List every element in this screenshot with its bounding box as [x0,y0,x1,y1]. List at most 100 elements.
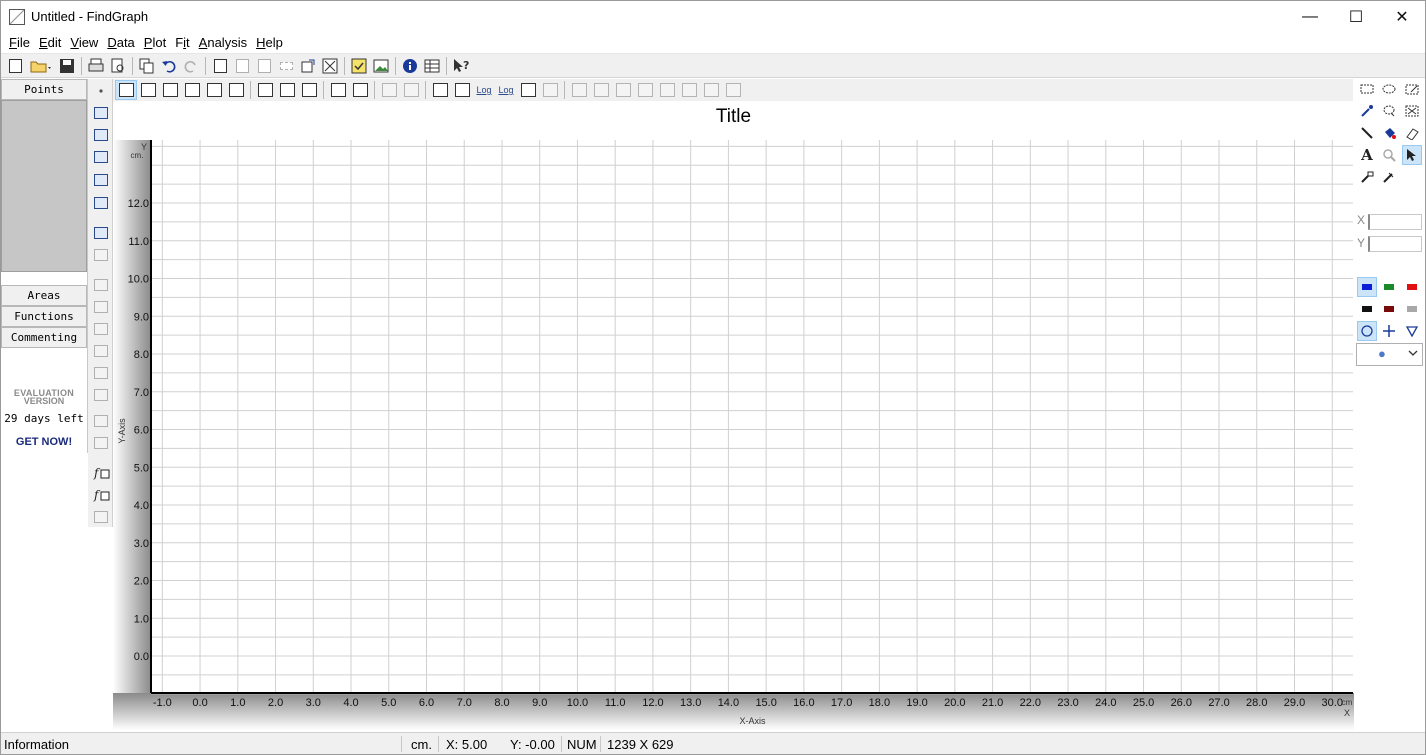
menu-view[interactable]: View [66,35,102,50]
x-axis-label[interactable]: X-Axis [739,716,766,726]
menu-analysis[interactable]: Analysis [195,35,251,50]
bar-a-icon[interactable] [612,80,634,100]
line-tool-icon[interactable] [1357,123,1377,143]
lasso-draw-icon[interactable] [1379,101,1399,121]
page-duplicate-icon[interactable] [253,56,275,76]
bar-c-icon[interactable] [656,80,678,100]
x-coord-field[interactable] [1368,214,1422,230]
scatter-fit-icon[interactable] [93,299,109,315]
axis-config-icon[interactable] [327,80,349,100]
empty-style-icon[interactable] [159,80,181,100]
bar-f-icon[interactable] [722,80,744,100]
redo-icon[interactable] [180,56,202,76]
menu-fit[interactable]: Fit [171,35,193,50]
page-copy-icon[interactable] [231,56,253,76]
y-axis-label[interactable]: Y-Axis [117,418,127,444]
eraser-icon[interactable] [1402,123,1422,143]
curve-chart-icon[interactable] [298,80,320,100]
pointer-tool-icon[interactable] [1402,145,1422,165]
cross-marker-icon[interactable] [1379,321,1399,341]
function-fit-icon[interactable] [93,321,109,337]
table-icon[interactable] [421,56,443,76]
add-area-icon[interactable] [93,172,109,188]
color-green[interactable] [1379,277,1399,297]
bar-e-icon[interactable] [700,80,722,100]
color-gray[interactable] [1402,299,1422,319]
plot-area[interactable]: Title -1.0 0.0 1.0 2.0 3.0 4.0 5.0 6.0 7.0 8.0 9.0 1… [113,101,1354,730]
areas-tab[interactable]: Areas [1,285,87,306]
checklist-icon[interactable] [348,56,370,76]
functions-tab[interactable]: Functions [1,306,87,327]
y-coord-field[interactable] [1368,236,1422,252]
function-table-icon[interactable]: f [93,487,110,503]
minimize-button[interactable]: — [1287,1,1333,32]
edit-select-icon[interactable] [1402,79,1422,99]
import-data-icon[interactable] [93,195,109,211]
bar-b-icon[interactable] [634,80,656,100]
open-folder-icon[interactable] [26,56,56,76]
chart-svg[interactable]: Title -1.0 0.0 1.0 2.0 3.0 4.0 5.0 6.0 7.0 8.0 9.0 1… [113,101,1354,730]
line-chart-icon[interactable] [254,80,276,100]
points-list[interactable] [1,100,87,272]
add-point-icon[interactable] [93,105,109,121]
text-tool-icon[interactable]: A [1357,145,1377,165]
pie-left-icon[interactable] [568,80,590,100]
delete-select-icon[interactable] [1402,101,1422,121]
commenting-tab[interactable]: Commenting [1,327,87,348]
function-x-icon[interactable]: f [93,465,110,481]
image-icon[interactable] [370,56,392,76]
color-blue[interactable] [1357,277,1377,297]
export-data-icon[interactable] [93,225,109,241]
pie-right-icon[interactable] [590,80,612,100]
add-table-icon[interactable] [93,149,109,165]
color-red[interactable] [1402,277,1422,297]
fill-style-icon[interactable] [203,80,225,100]
overlay-icon[interactable] [378,80,400,100]
regression-icon[interactable] [93,365,109,381]
measure-icon[interactable] [1379,167,1399,187]
log-y-icon[interactable]: Log [495,80,517,100]
arc-tool-icon[interactable] [349,80,371,100]
points-tab[interactable]: Points [1,79,87,100]
color-black[interactable] [1357,299,1377,319]
bar-style-icon[interactable] [225,80,247,100]
menu-help[interactable]: Help [252,35,287,50]
menu-edit[interactable]: Edit [35,35,65,50]
fill-bucket-icon[interactable] [1379,123,1399,143]
new-file-icon[interactable] [4,56,26,76]
get-now-link[interactable]: GET NOW! [1,436,87,448]
derivative-icon[interactable] [93,435,109,451]
maximize-button[interactable]: ☐ [1333,1,1379,32]
chart-title[interactable]: Title [716,106,751,127]
zoom-icon[interactable] [1379,145,1399,165]
integrate-icon[interactable] [93,413,109,429]
point-pick-icon[interactable] [1357,167,1377,187]
marker-style-dropdown[interactable]: ● [1356,343,1423,366]
triangle-marker-icon[interactable] [1402,321,1422,341]
line-style-icon[interactable] [137,80,159,100]
bar-d-icon[interactable] [678,80,700,100]
undo-icon[interactable] [158,56,180,76]
close-button[interactable]: ✕ [1379,1,1425,32]
info-icon[interactable] [399,56,421,76]
point-dot-icon[interactable] [93,83,109,99]
axes-flip-icon[interactable] [517,80,539,100]
lasso-select-icon[interactable] [1379,79,1399,99]
fit-window-icon[interactable] [319,56,341,76]
copy-data-icon[interactable] [93,247,109,263]
layers-icon[interactable] [429,80,451,100]
context-help-icon[interactable]: ? [450,56,472,76]
menu-file[interactable]: File [5,35,34,50]
menu-plot[interactable]: Plot [140,35,170,50]
overlay2-icon[interactable] [400,80,422,100]
print-preview-icon[interactable] [107,56,129,76]
hatch-style-icon[interactable] [181,80,203,100]
layers2-icon[interactable] [451,80,473,100]
add-list-icon[interactable] [93,127,109,143]
scatter-chart-icon[interactable] [276,80,298,100]
page-icon[interactable] [209,56,231,76]
smooth-curve-icon[interactable] [93,277,109,293]
print-icon[interactable] [85,56,107,76]
spline-icon[interactable] [93,387,109,403]
linear-fit-icon[interactable] [93,343,109,359]
